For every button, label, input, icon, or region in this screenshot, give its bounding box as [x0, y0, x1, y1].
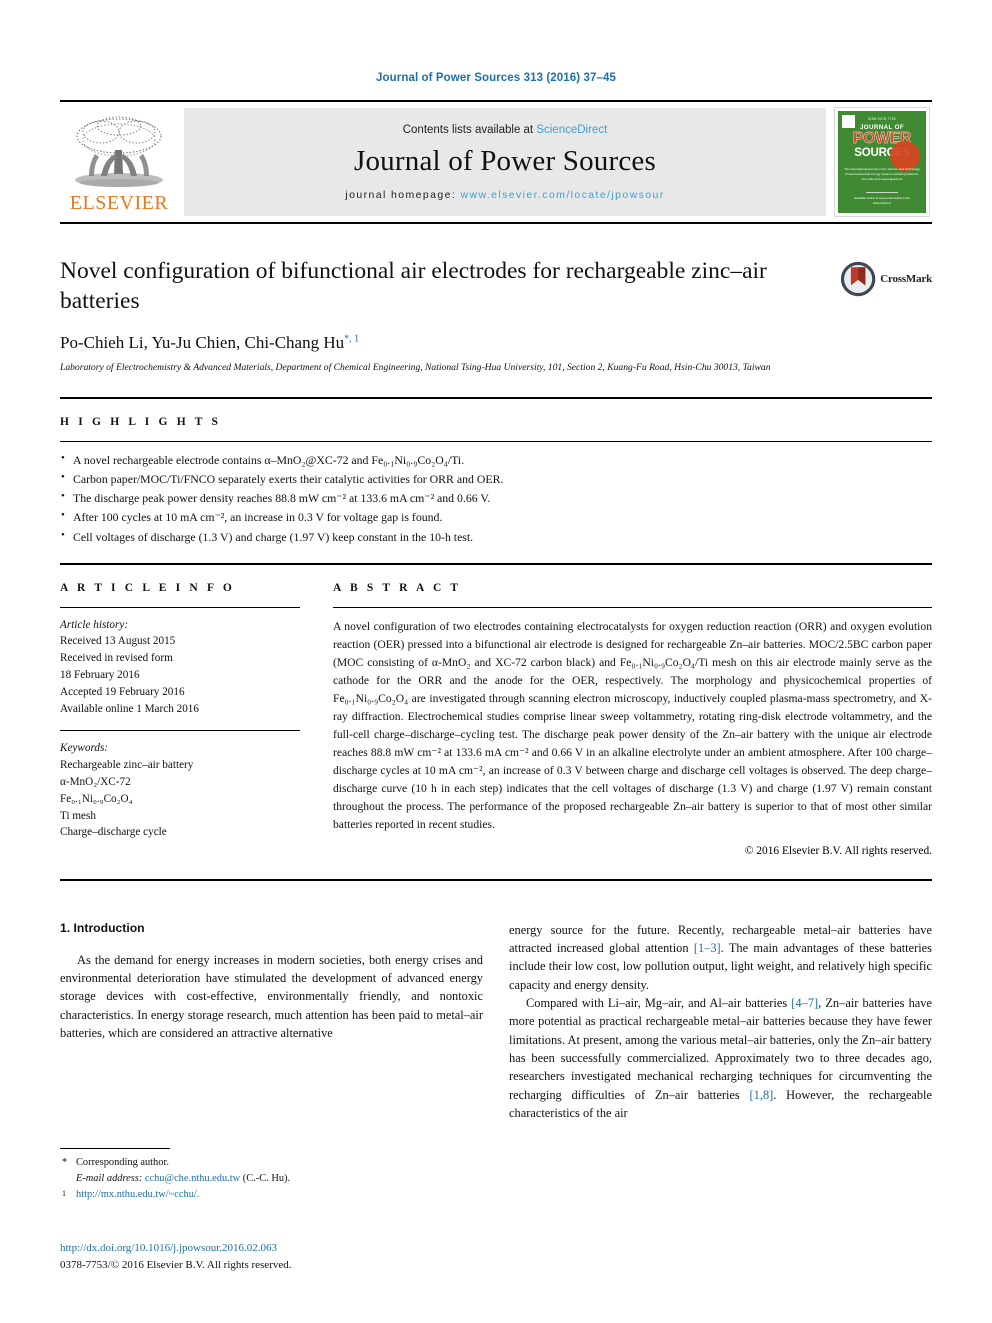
masthead-center: Contents lists available at ScienceDirec…	[184, 108, 826, 216]
paragraph-part: , Zn–air batteries have more potential a…	[509, 995, 932, 1102]
crossmark-label: CrossMark	[880, 273, 932, 285]
cover-elsevier-mark-icon	[842, 115, 855, 128]
doi-link[interactable]: http://dx.doi.org/10.1016/j.jpowsour.201…	[60, 1240, 520, 1257]
email-owner: (C.-C. Hu).	[242, 1172, 291, 1184]
article-info-heading: A R T I C L E I N F O	[60, 581, 235, 594]
footnote-url: 1 http://mx.nthu.edu.tw/~cchu/.	[60, 1187, 485, 1203]
article-history-label: Article history:	[60, 618, 129, 631]
history-line: Accepted 19 February 2016	[60, 685, 185, 698]
keywords-block: Keywords: Rechargeable zinc–air battery …	[60, 731, 300, 841]
homepage-prefix: journal homepage:	[345, 188, 461, 201]
journal-homepage-url[interactable]: www.elsevier.com/locate/jpowsour	[460, 189, 664, 201]
affiliation: Laboratory of Electrochemistry & Advance…	[60, 362, 771, 374]
page-title: Novel configuration of bifunctional air …	[60, 258, 767, 315]
paragraph: As the demand for energy increases in mo…	[60, 952, 483, 1040]
list-item: A novel rechargeable electrode contains …	[60, 450, 932, 470]
title-block: Novel configuration of bifunctional air …	[60, 256, 932, 375]
author-footnote-marks: *, 1	[344, 333, 360, 345]
highlights-section: H I G H L I G H T S A novel rechargeable…	[60, 399, 932, 563]
contents-available-line: Contents lists available at ScienceDirec…	[403, 124, 608, 136]
cover-footer: Available online at www.sciencedirect.co…	[854, 188, 910, 206]
cover-divider	[865, 192, 899, 194]
issn-copyright-line: 0378-7753/© 2016 Elsevier B.V. All right…	[60, 1258, 292, 1271]
paper-page: Journal of Power Sources 313 (2016) 37–4…	[0, 0, 992, 1323]
author-homepage-link[interactable]: http://mx.nthu.edu.tw/~cchu/.	[76, 1189, 199, 1200]
footnote-corresponding-author: * Corresponding author.	[60, 1155, 485, 1171]
crossmark-badge[interactable]: CrossMark	[840, 258, 932, 300]
history-line: Available online 1 March 2016	[60, 702, 199, 715]
article-info-column: A R T I C L E I N F O Article history: R…	[60, 565, 300, 857]
journal-homepage-line: journal homepage: www.elsevier.com/locat…	[345, 189, 664, 201]
contents-prefix: Contents lists available at	[402, 123, 537, 136]
keywords-label: Keywords:	[60, 742, 109, 755]
highlights-list: A novel rechargeable electrode contains …	[60, 442, 932, 563]
footnote-email: E-mail address: cchu@che.nthu.edu.tw (C.…	[60, 1171, 485, 1187]
list-item: The discharge peak power density reaches…	[60, 488, 932, 508]
abstract-copyright: © 2016 Elsevier B.V. All rights reserved…	[744, 844, 932, 857]
email-link[interactable]: cchu@che.nthu.edu.tw	[145, 1173, 240, 1184]
article-history: Article history: Received 13 August 2015…	[60, 608, 300, 718]
keyword-item: Charge–discharge cycle	[60, 826, 167, 839]
journal-cover-thumbnail: ISSN 0378-7753 JOURNAL OF POWER SOURCES …	[834, 107, 930, 217]
info-abstract-section: A R T I C L E I N F O Article history: R…	[60, 565, 932, 857]
history-line: Received in revised form	[60, 652, 173, 665]
list-item: After 100 cycles at 10 mA cm⁻², an incre…	[60, 507, 932, 527]
history-line: Received 13 August 2015	[60, 635, 176, 648]
elsevier-logo: ELSEVIER	[60, 102, 178, 222]
paragraph: energy source for the future. Recently, …	[509, 921, 932, 994]
keyword-item: α-MnO₂/XC-72	[60, 775, 131, 788]
paragraph-part: Compared with Li–air, Mg–air, and Al–air…	[526, 995, 792, 1010]
elsevier-tree-icon	[75, 116, 163, 187]
keyword-item: Fe₀.₁Ni₀.₉Co₂O₄	[60, 792, 133, 805]
list-item: Carbon paper/MOC/Ti/FNCO separately exer…	[60, 469, 932, 489]
list-item: Cell voltages of discharge (1.3 V) and c…	[60, 526, 932, 547]
citation-ref[interactable]: [1,8]	[750, 1088, 774, 1102]
highlights-heading: H I G H L I G H T S	[60, 416, 222, 429]
author-names: Po-Chieh Li, Yu-Ju Chien, Chi-Chang Hu	[60, 333, 345, 353]
cover-issn: ISSN 0378-7753	[868, 117, 896, 121]
footnote-marker-1: 1	[62, 1188, 66, 1198]
footnote-text: Corresponding author.	[76, 1157, 169, 1168]
footnote-separator-rule	[60, 1148, 170, 1149]
elsevier-wordmark: ELSEVIER	[69, 191, 169, 214]
email-label: E-mail address:	[76, 1172, 143, 1184]
paragraph: Compared with Li–air, Mg–air, and Al–air…	[509, 994, 932, 1123]
keyword-item: Ti mesh	[60, 809, 96, 822]
asterisk-icon: *	[62, 1157, 68, 1168]
sciencedirect-link[interactable]: ScienceDirect	[536, 124, 607, 136]
keyword-item: Rechargeable zinc–air battery	[60, 759, 194, 772]
abstract-heading: A B S T R A C T	[333, 581, 462, 594]
crossmark-icon	[840, 261, 876, 297]
section-title-introduction: 1. Introduction	[60, 920, 145, 935]
journal-title: Journal of Power Sources	[354, 144, 656, 177]
abstract-column: A B S T R A C T A novel configuration of…	[333, 565, 932, 857]
rule-below-abstract	[60, 878, 932, 881]
body-column-left: 1. Introduction As the demand for energy…	[60, 921, 483, 1123]
running-head: Journal of Power Sources 313 (2016) 37–4…	[376, 72, 616, 84]
body-columns: 1. Introduction As the demand for energy…	[60, 921, 932, 1123]
citation-ref[interactable]: [1–3]	[694, 941, 721, 955]
footnotes-block: * Corresponding author. E-mail address: …	[60, 1148, 485, 1202]
body-column-right: energy source for the future. Recently, …	[509, 921, 932, 1123]
cover-subtitle: The international journal on the science…	[844, 167, 920, 181]
history-line: 18 February 2016	[60, 669, 140, 681]
journal-masthead: ELSEVIER Contents lists available at Sci…	[60, 100, 932, 224]
page-footer: http://dx.doi.org/10.1016/j.jpowsour.201…	[60, 1240, 520, 1273]
cover-artwork: ISSN 0378-7753 JOURNAL OF POWER SOURCES …	[838, 111, 926, 213]
citation-ref[interactable]: [4–7]	[791, 996, 818, 1010]
abstract-text: A novel configuration of two electrodes …	[333, 619, 932, 832]
cover-footer-line2: ScienceDirect	[872, 201, 892, 206]
author-list: Po-Chieh Li, Yu-Ju Chien, Chi-Chang Hu*,…	[60, 333, 932, 353]
